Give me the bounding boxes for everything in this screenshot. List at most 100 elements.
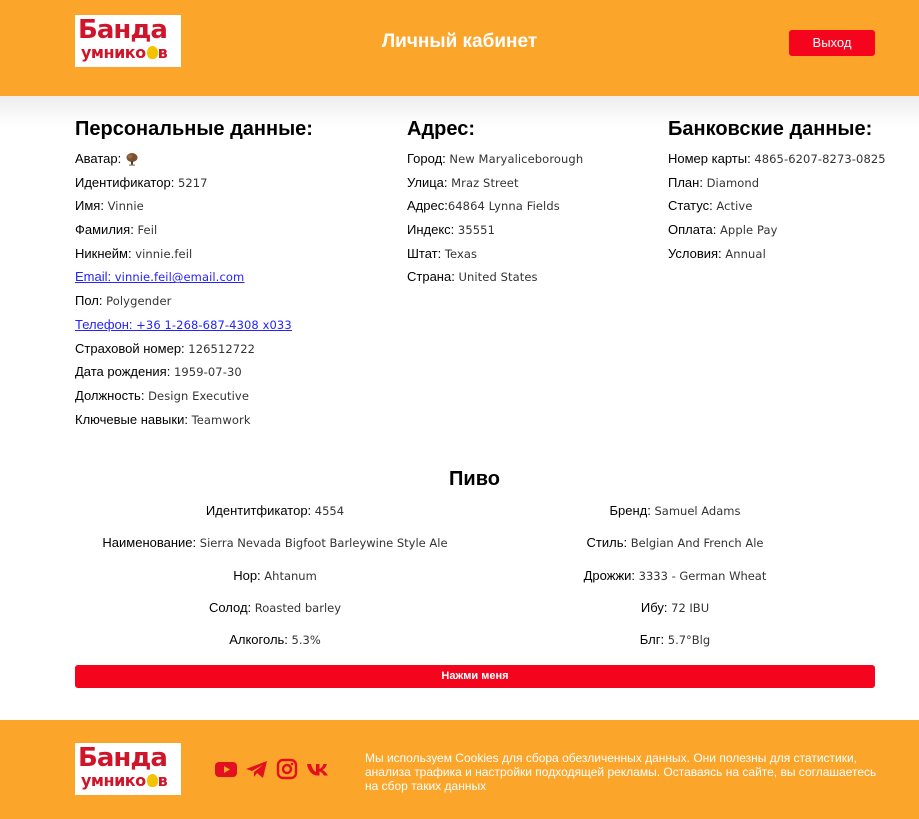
gender-row: Пол: Polygender <box>75 293 313 317</box>
street-address-row: Адрес:64864 Lynna Fields <box>407 198 583 222</box>
state-row: Штат: Texas <box>407 246 583 270</box>
field-label: Фамилия: <box>75 222 134 238</box>
personal-data-section: Персональные данные: Аватар: Идентификат… <box>75 116 313 435</box>
instagram-icon[interactable] <box>275 758 299 780</box>
field-value: 5217 <box>177 175 208 190</box>
field-label: Статус: <box>668 198 713 214</box>
terms-row: Условия: Annual <box>668 246 886 270</box>
beer-style-cell: Стиль: Belgian And French Ale <box>475 535 875 551</box>
field-value: 5.3% <box>291 633 321 647</box>
logo-text-top: Банда <box>78 743 168 773</box>
field-value: United States <box>458 270 538 285</box>
field-label: Улица: <box>407 174 448 190</box>
field-label: Солод: <box>208 600 252 615</box>
field-label: Идентификатор: <box>75 174 175 190</box>
bank-heading: Банковские данные: <box>668 118 873 140</box>
street-row: Улица: Mraz Street <box>407 175 583 199</box>
press-me-button[interactable]: Нажми меня <box>75 665 875 688</box>
field-label: Адрес: <box>407 198 448 214</box>
skills-row: Ключевые навыки: Teamwork <box>75 412 313 436</box>
field-value: Polygender <box>106 294 172 309</box>
field-label: Индекс: <box>407 222 455 238</box>
field-label: Блг: <box>639 632 665 647</box>
telegram-icon[interactable] <box>245 758 269 780</box>
beer-alcohol-cell: Алкоголь: 5.3% <box>75 632 475 648</box>
field-label: Номер карты: <box>668 151 751 166</box>
field-value: Belgian And French Ale <box>630 536 764 550</box>
personal-data-heading: Персональные данные: <box>75 118 313 140</box>
youtube-icon[interactable] <box>214 758 238 780</box>
beer-brand-cell: Бренд: Samuel Adams <box>475 503 875 519</box>
plan-row: План: Diamond <box>668 175 886 199</box>
avatar-label: Аватар: <box>75 151 122 166</box>
field-value: Vinnie <box>107 199 144 214</box>
field-value: +36 1-268-687-4308 x033 <box>136 317 292 332</box>
field-value: Feil <box>137 223 158 238</box>
phone-link[interactable]: Телефон: +36 1-268-687-4308 x033 <box>75 317 313 341</box>
field-value: Sierra Nevada Bigfoot Barleywine Style A… <box>199 536 448 550</box>
email-link[interactable]: Email: vinnie.feil@email.com <box>75 269 313 293</box>
field-value: Texas <box>444 246 478 261</box>
footer-logo[interactable]: Банда умнико в <box>75 743 181 795</box>
field-label: Дата рождения: <box>75 364 171 380</box>
field-label: Имя: <box>75 198 104 214</box>
beer-heading: Пиво <box>449 468 500 490</box>
field-label: Дрожжи: <box>583 568 636 583</box>
beer-hop-cell: Hop: Ahtanum <box>75 568 475 584</box>
field-label: Стиль: <box>586 535 628 550</box>
birth-date-row: Дата рождения: 1959-07-30 <box>75 364 313 388</box>
id-row: Идентификатор: 5217 <box>75 175 313 199</box>
cookie-notice: Мы используем Cookies для сбора обезличе… <box>365 751 877 793</box>
field-label: Наименование: <box>102 535 197 550</box>
field-value: 5.7°Blg <box>667 633 711 647</box>
bank-section: Банковские данные: Номер карты: 4865-620… <box>668 116 886 269</box>
field-value: Teamwork <box>191 412 251 427</box>
card-number-row: Номер карты: 4865-6207-8273-0825 <box>668 151 886 175</box>
last-name-row: Фамилия: Feil <box>75 222 313 246</box>
field-label: Условия: <box>668 245 722 261</box>
beer-yeast-cell: Дрожжи: 3333 - German Wheat <box>475 568 875 584</box>
field-label: Ключевые навыки: <box>75 411 188 427</box>
beer-name-cell: Наименование: Sierra Nevada Bigfoot Barl… <box>75 535 475 551</box>
beer-malt-cell: Солод: Roasted barley <box>75 600 475 616</box>
field-value: 4865-6207-8273-0825 <box>754 152 886 166</box>
nickname-row: Никнейм: vinnie.feil <box>75 246 313 270</box>
field-value: New Maryaliceborough <box>449 152 584 166</box>
lightbulb-icon <box>146 774 158 787</box>
beer-id-cell: Идентитфикатор: 4554 <box>75 503 475 519</box>
beer-blg-cell: Блг: 5.7°Blg <box>475 632 875 648</box>
field-value: Active <box>716 199 753 214</box>
field-value: 3333 - German Wheat <box>638 569 767 583</box>
field-label: Страна: <box>407 269 455 285</box>
field-value: Roasted barley <box>254 601 342 615</box>
insurance-row: Страховой номер: 126512722 <box>75 341 313 365</box>
field-value: Samuel Adams <box>654 504 741 518</box>
field-value: Design Executive <box>148 388 250 403</box>
field-value: vinnie.feil <box>135 246 193 261</box>
address-heading: Адрес: <box>407 118 475 140</box>
position-row: Должность: Design Executive <box>75 388 313 412</box>
field-label: Страховой номер: <box>75 340 185 356</box>
logout-button[interactable]: Выход <box>789 30 875 56</box>
city-row: Город: New Maryaliceborough <box>407 151 583 175</box>
field-value: 4554 <box>314 504 345 518</box>
first-name-row: Имя: Vinnie <box>75 198 313 222</box>
field-label: Никнейм: <box>75 245 132 261</box>
field-value: vinnie.feil@email.com <box>114 270 245 285</box>
payment-row: Оплата: Apple Pay <box>668 222 886 246</box>
field-label: Город: <box>407 151 446 166</box>
country-row: Страна: United States <box>407 269 583 293</box>
field-label: Hop: <box>233 568 261 583</box>
field-label: Идентитфикатор: <box>205 503 312 518</box>
field-label: Ибу: <box>640 600 668 615</box>
field-value: 1959-07-30 <box>173 365 242 380</box>
field-label: Телефон: <box>75 316 133 332</box>
field-value: 126512722 <box>188 341 256 356</box>
field-label: Бренд: <box>609 503 651 518</box>
field-value: 64864 Lynna Fields <box>447 199 560 214</box>
field-label: Должность: <box>75 387 145 403</box>
beer-ibu-cell: Ибу: 72 IBU <box>475 600 875 616</box>
field-label: План: <box>668 174 703 190</box>
status-row: Статус: Active <box>668 198 886 222</box>
vk-icon[interactable] <box>306 758 330 780</box>
